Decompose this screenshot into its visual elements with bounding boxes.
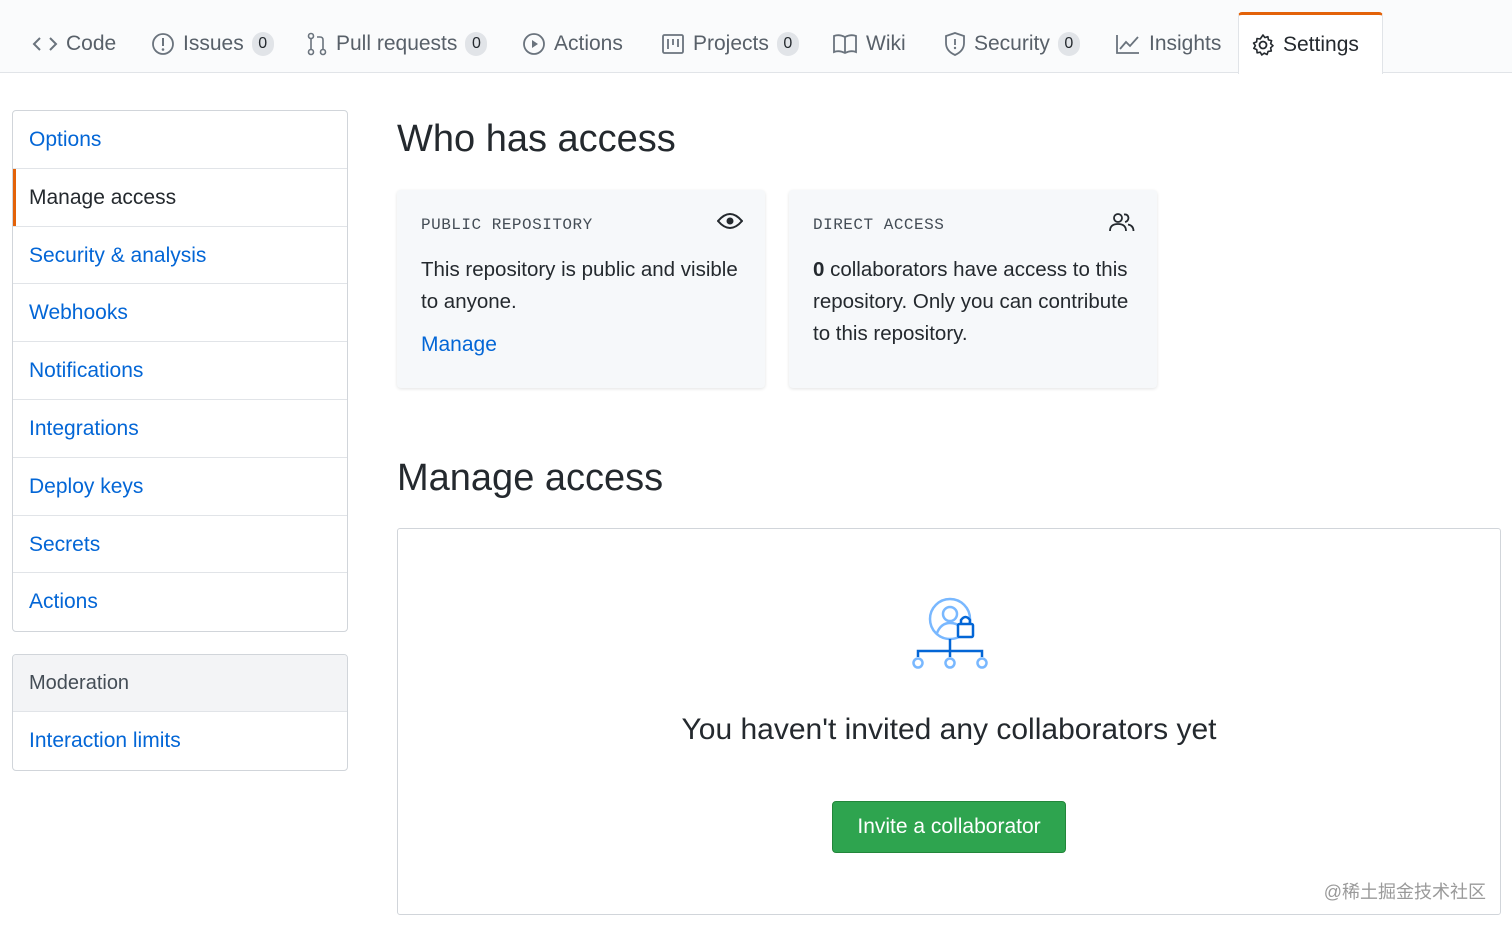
issues-counter: 0 [251,31,274,56]
tab-settings[interactable]: Settings [1238,12,1383,74]
projects-counter: 0 [776,31,799,56]
sidebar-item-webhooks[interactable]: Webhooks [13,284,347,343]
tab-insights[interactable]: Insights [1103,14,1233,73]
pull-request-icon [307,32,327,55]
pull-requests-counter: 0 [465,31,488,56]
security-counter: 0 [1057,31,1080,56]
invite-collaborator-button[interactable]: Invite a collaborator [832,801,1066,853]
play-icon [523,32,545,55]
sidebar-item-integrations[interactable]: Integrations [13,400,347,458]
direct-access-card: DIRECT ACCESS 0 collaborators have acces… [789,190,1157,388]
watermark: @稀土掘金技术社区 [1323,882,1486,902]
tab-code[interactable]: Code [20,14,128,73]
tab-label: Security [974,31,1050,55]
repo-tab-nav: Code Issues 0 Pull requests 0 Actions Pr… [0,0,1512,74]
people-lock-icon [912,597,988,669]
sidebar-item-secrets[interactable]: Secrets [13,516,347,574]
tab-label: Projects [693,31,769,55]
card-label: DIRECT ACCESS [813,216,945,234]
tab-label: Pull requests [336,31,458,55]
graph-icon [1116,34,1139,54]
shield-icon [945,31,965,56]
project-icon [662,33,684,54]
no-collaborators-heading: You haven't invited any collaborators ye… [681,713,1217,746]
code-icon [32,36,58,51]
tab-wiki[interactable]: Wiki [820,14,918,73]
tab-label: Code [66,31,117,55]
moderation-heading: Moderation [13,655,347,712]
tab-pull-requests[interactable]: Pull requests 0 [294,14,499,73]
tab-label: Wiki [866,31,906,55]
sidebar-item-actions[interactable]: Actions [13,573,347,631]
card-label: PUBLIC REPOSITORY [421,216,593,234]
manage-access-title: Manage access [397,457,664,499]
moderation-sidebar: Moderation Interaction limits [12,654,348,771]
tab-label: Settings [1283,32,1359,56]
direct-access-description: collaborators have access to this reposi… [813,258,1129,345]
sidebar-item-options[interactable]: Options [13,111,347,169]
issue-icon [152,32,174,55]
direct-access-text: 0 collaborators have access to this repo… [813,254,1133,350]
eye-icon [717,213,743,229]
manage-link[interactable]: Manage [421,333,741,357]
sidebar-item-deploy-keys[interactable]: Deploy keys [13,458,347,516]
book-icon [833,33,857,54]
public-repository-card: PUBLIC REPOSITORY This repository is pub… [397,190,765,388]
tab-label: Actions [554,31,623,55]
sidebar-item-notifications[interactable]: Notifications [13,342,347,400]
who-has-access-title: Who has access [397,118,676,160]
tab-label: Insights [1149,31,1222,55]
sidebar-item-interaction-limits[interactable]: Interaction limits [13,712,347,770]
sidebar-item-security-analysis[interactable]: Security & analysis [13,227,347,285]
tab-actions[interactable]: Actions [510,14,635,73]
collaborators-blankslate: You haven't invited any collaborators ye… [397,528,1501,915]
sidebar-item-manage-access[interactable]: Manage access [13,168,347,227]
tab-security[interactable]: Security 0 [932,14,1092,73]
gear-icon [1252,33,1274,56]
settings-sidebar: Options Manage access Security & analysi… [12,110,348,633]
public-repository-text: This repository is public and visible to… [421,258,738,313]
tab-projects[interactable]: Projects 0 [649,14,811,73]
people-icon [1109,213,1135,232]
tab-issues[interactable]: Issues 0 [139,14,286,73]
tab-label: Issues [183,31,244,55]
collaborator-count: 0 [813,258,825,281]
